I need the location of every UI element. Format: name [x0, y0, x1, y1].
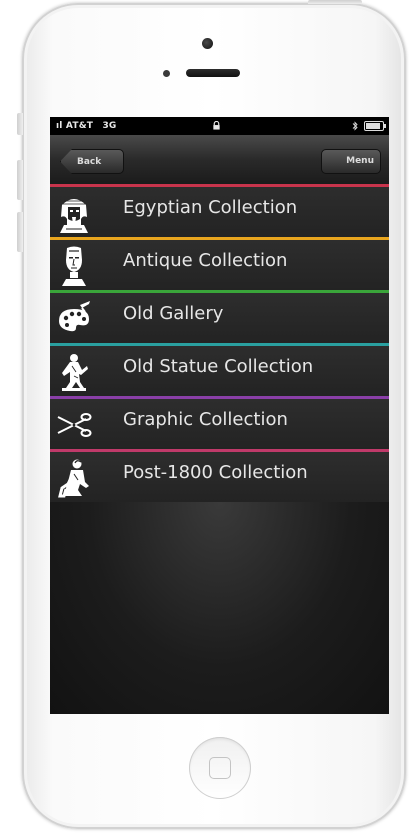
item-label: Old Statue Collection [123, 356, 314, 377]
earpiece-speaker [186, 69, 240, 77]
list-item-egyptian-collection[interactable]: Egyptian Collection [50, 184, 389, 237]
front-camera [202, 38, 213, 49]
mute-switch [17, 113, 23, 135]
proximity-sensor [163, 70, 170, 77]
list-item-antique-collection[interactable]: Antique Collection [50, 237, 389, 290]
seated-figure-icon [58, 459, 89, 498]
statue-icon [62, 354, 88, 391]
menu-button[interactable]: Menu [321, 149, 381, 174]
status-right [352, 120, 386, 132]
collection-list: Egyptian Collection Antique Collection O… [50, 184, 389, 502]
carrier-name: AT&T [65, 121, 94, 131]
signal-icon: ıl [56, 121, 63, 131]
item-label: Graphic Collection [123, 409, 288, 430]
bluetooth-icon [352, 121, 358, 131]
lock-icon [213, 121, 220, 130]
pharaoh-icon [60, 199, 88, 233]
volume-up-button [17, 160, 23, 200]
color-divider [50, 449, 389, 452]
color-divider [50, 396, 389, 399]
volume-down-button [17, 212, 23, 252]
item-label: Old Gallery [123, 303, 224, 324]
list-item-old-gallery[interactable]: Old Gallery [50, 290, 389, 343]
battery-icon [364, 121, 386, 131]
color-divider [50, 237, 389, 240]
bust-icon [62, 246, 86, 286]
item-label: Egyptian Collection [123, 197, 298, 218]
home-button[interactable] [189, 737, 251, 799]
back-button[interactable]: Back [60, 149, 124, 174]
color-divider [50, 343, 389, 346]
color-divider [50, 290, 389, 293]
list-item-post-1800-collection[interactable]: Post-1800 Collection [50, 449, 389, 502]
screen: ıl AT&T 3G Back Menu Egyptian Collection… [50, 117, 389, 714]
network-type: 3G [102, 121, 117, 131]
carrier-signal: ıl AT&T 3G [56, 117, 117, 135]
list-item-old-statue-collection[interactable]: Old Statue Collection [50, 343, 389, 396]
home-square-icon [209, 757, 231, 779]
status-bar: ıl AT&T 3G [50, 117, 389, 135]
navigation-bar: Back Menu [50, 135, 389, 184]
empty-background [50, 502, 389, 714]
palette-icon [59, 301, 90, 332]
item-label: Antique Collection [123, 250, 288, 271]
list-item-graphic-collection[interactable]: Graphic Collection [50, 396, 389, 449]
item-label: Post-1800 Collection [123, 462, 308, 483]
color-divider [50, 184, 389, 187]
sleep-button [308, 0, 362, 4]
scissors-icon [57, 413, 92, 437]
